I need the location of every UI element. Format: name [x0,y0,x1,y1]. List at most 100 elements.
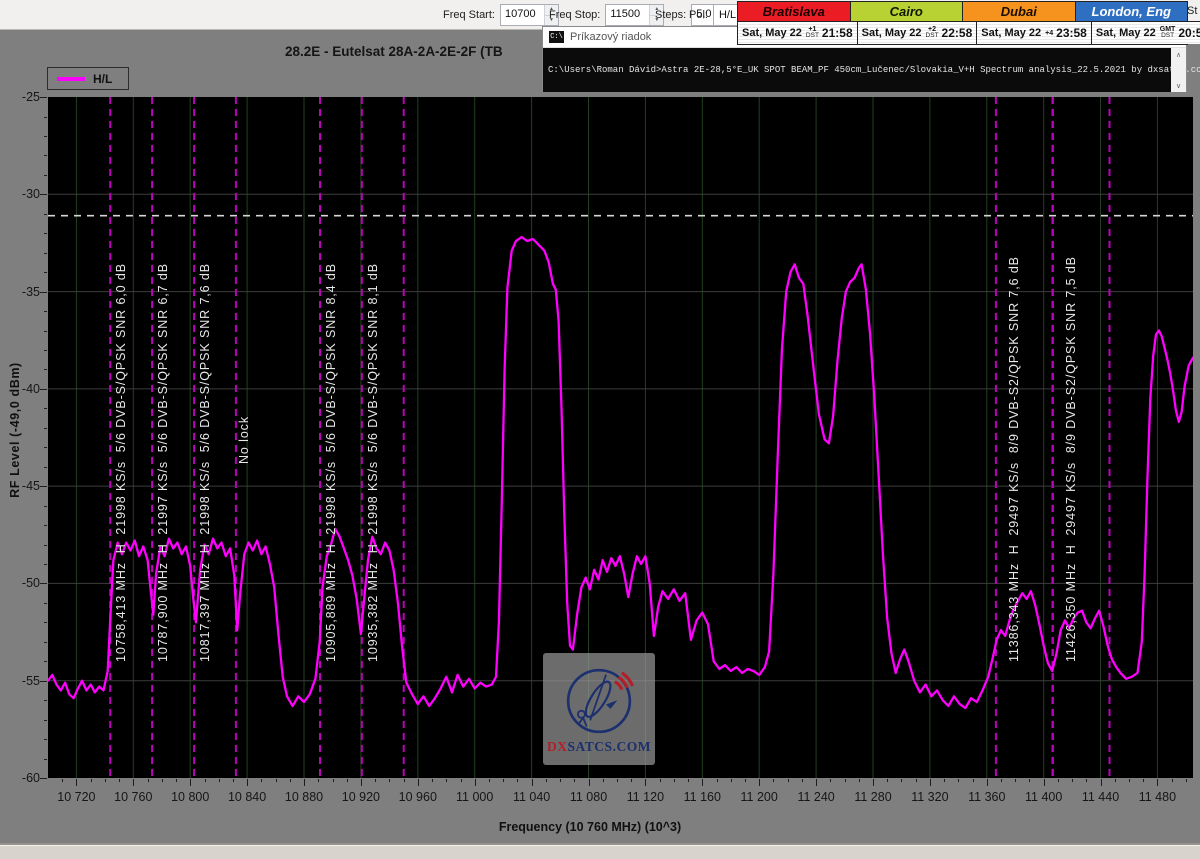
x-minor-tick [631,779,632,782]
clock-dst-flag: DST [1161,33,1174,40]
command-prompt-title: Príkazový riadok [570,31,651,43]
y-minor-tick [44,175,47,176]
legend-line-swatch [57,77,85,81]
y-major-tick [40,194,47,195]
y-minor-tick [44,720,47,721]
scroll-down-button[interactable]: ∨ [1171,79,1186,92]
clock-dst-flag: DST [806,33,819,40]
clipped-right-label: St [1187,5,1197,17]
x-minor-tick [674,779,675,782]
clock-dst-flag: DST [926,33,939,40]
x-minor-tick [91,779,92,782]
x-tick-label: 11 400 [1025,790,1062,804]
x-minor-tick [830,779,831,782]
scroll-up-button[interactable]: ∧ [1171,48,1186,61]
x-minor-tick [660,779,661,782]
x-tick-label: 10 760 [114,790,152,804]
legend: H/L [47,67,129,90]
x-minor-tick [347,779,348,782]
y-minor-tick [44,369,47,370]
y-minor-tick [44,311,47,312]
y-minor-tick [44,253,47,254]
x-minor-tick [219,779,220,782]
x-minor-tick [105,779,106,782]
x-tick-label: 10 880 [285,790,323,804]
y-minor-tick [44,233,47,234]
y-minor-tick [44,525,47,526]
x-minor-tick [731,779,732,782]
clock-time: 23:58 [1056,26,1087,40]
x-minor-tick [717,779,718,782]
y-tick-label: -60 [0,771,40,785]
clock-time-cell: Sat, May 22+2DST22:58 [858,21,978,44]
dxsatcs-watermark: DXSATCS.COM [543,653,655,765]
x-major-tick [133,779,134,786]
clock-city-cairo: Cairo [851,2,964,21]
freq-stop-value[interactable]: 11500 [606,5,649,25]
x-minor-tick [233,779,234,782]
y-minor-tick [44,642,47,643]
x-minor-tick [162,779,163,782]
x-minor-tick [773,779,774,782]
transponder-annotation: 11426,350 MHz H 29497 KS/s 8/9 DVB-S2/QP… [1064,212,1078,662]
clock-time: 21:58 [822,26,853,40]
pol-value: H/L [719,9,736,21]
y-tick-label: -50 [0,576,40,590]
x-minor-tick [517,779,518,782]
console-scrollbar[interactable]: ∧ ∨ [1171,48,1186,92]
x-major-tick [1044,779,1045,786]
x-axis-title: Frequency (10 760 MHz) (10^3) [499,820,681,834]
x-minor-tick [404,779,405,782]
x-major-tick [1101,779,1102,786]
y-major-tick [40,681,47,682]
x-major-tick [702,779,703,786]
x-major-tick [361,779,362,786]
y-minor-tick [44,467,47,468]
x-minor-tick [1186,779,1187,782]
y-major-tick [40,778,47,779]
y-tick-label: -25 [0,90,40,104]
freq-start-value[interactable]: 10700 [501,5,544,25]
x-minor-tick [560,779,561,782]
y-major-tick [40,292,47,293]
x-minor-tick [503,779,504,782]
x-major-tick [190,779,191,786]
x-major-tick [816,779,817,786]
y-minor-tick [44,661,47,662]
x-minor-tick [119,779,120,782]
command-prompt-body: C:\Users\Roman Dávid>Astra 2E-28,5°E_UK … [543,48,1186,92]
x-major-tick [589,779,590,786]
y-minor-tick [44,447,47,448]
y-minor-tick [44,136,47,137]
x-minor-tick [205,779,206,782]
x-major-tick [247,779,248,786]
x-tick-label: 11 480 [1139,790,1176,804]
x-minor-tick [859,779,860,782]
x-minor-tick [318,779,319,782]
legend-label: H/L [93,72,112,86]
y-tick-label: -55 [0,674,40,688]
clock-date: Sat, May 22 [1096,27,1156,39]
command-prompt-text: C:\Users\Roman Dávid>Astra 2E-28,5°E_UK … [548,65,1200,75]
y-minor-tick [44,545,47,546]
x-tick-label: 10 920 [342,790,380,804]
y-major-tick [40,97,47,98]
x-minor-tick [461,779,462,782]
x-major-tick [76,779,77,786]
x-tick-label: 11 360 [968,790,1005,804]
x-minor-tick [688,779,689,782]
x-minor-tick [176,779,177,782]
x-tick-label: 10 800 [171,790,209,804]
x-minor-tick [802,779,803,782]
y-minor-tick [44,700,47,701]
clock-date: Sat, May 22 [981,27,1041,39]
x-major-tick [873,779,874,786]
x-minor-tick [1072,779,1073,782]
x-tick-label: 11 240 [797,790,834,804]
x-minor-tick [901,779,902,782]
freq-start-label: Freq Start: [443,9,495,21]
y-minor-tick [44,564,47,565]
y-minor-tick [44,603,47,604]
y-minor-tick [44,428,47,429]
clock-time-cell: Sat, May 22GMTDST20:58 [1092,21,1200,44]
